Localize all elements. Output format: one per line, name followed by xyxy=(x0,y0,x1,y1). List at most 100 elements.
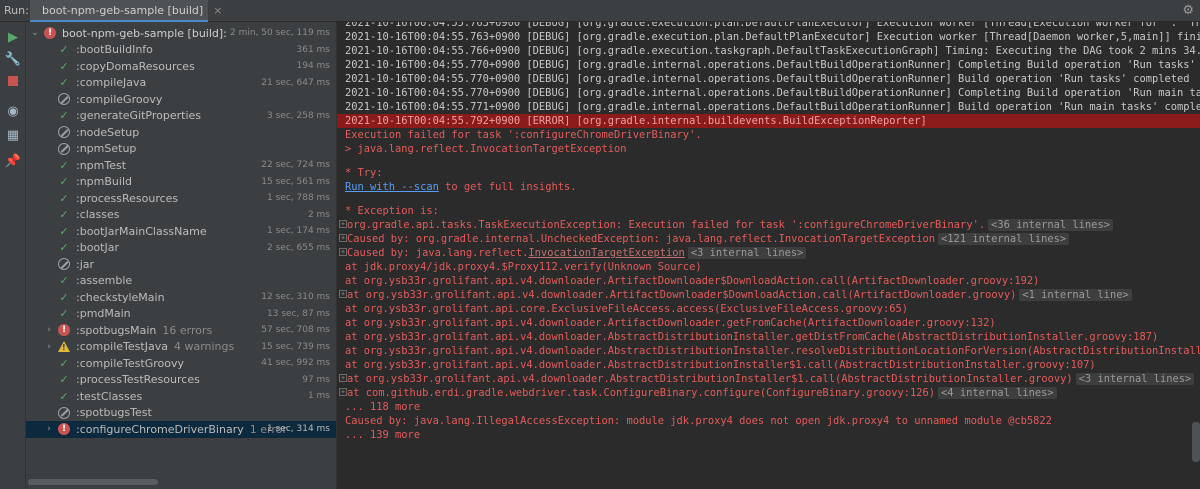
console-line: ... 118 more xyxy=(337,400,1200,414)
task-row[interactable]: :jar xyxy=(26,256,336,273)
task-row[interactable]: ›!:configureChromeDriverBinary 1 error 1 s… xyxy=(26,421,336,438)
horizontal-scrollbar[interactable] xyxy=(26,475,336,489)
check-icon: ✓ xyxy=(59,158,69,172)
task-row[interactable]: ✓:checkstyleMain 12 sec, 310 ms xyxy=(26,289,336,306)
task-label: :processResources xyxy=(76,192,178,205)
task-row[interactable]: ✓:compileJava 21 sec, 647 ms xyxy=(26,75,336,92)
internal-lines-chip[interactable]: <36 internal lines> xyxy=(988,219,1113,231)
task-row[interactable]: ✓:copyDomaResources 194 ms xyxy=(26,58,336,75)
task-duration: 12 sec, 310 ms xyxy=(261,292,330,303)
task-label: :compileGroovy xyxy=(76,93,162,106)
task-name: :copyDomaResources xyxy=(76,59,195,73)
close-icon[interactable]: × xyxy=(213,4,222,17)
task-row[interactable]: :npmSetup xyxy=(26,141,336,158)
console-line: + at com.github.erdi.gradle.webdriver.tas… xyxy=(337,386,1200,400)
fold-icon[interactable]: + xyxy=(339,248,347,256)
task-name: :bootBuildInfo xyxy=(76,43,153,57)
chevron-right-icon[interactable]: › xyxy=(44,424,54,434)
task-row[interactable]: ✓:testClasses 1 ms xyxy=(26,388,336,405)
task-row[interactable]: :compileGroovy xyxy=(26,91,336,108)
internal-lines-chip[interactable]: <3 internal lines> xyxy=(1075,373,1195,385)
fold-icon[interactable]: + xyxy=(339,220,347,228)
task-row[interactable]: ✓:npmBuild 15 sec, 561 ms xyxy=(26,174,336,191)
task-label: :jar xyxy=(76,258,94,271)
stop-icon[interactable] xyxy=(4,72,22,90)
console-line: > java.lang.reflect.InvocationTargetExce… xyxy=(337,142,1200,156)
console-text: at org.ysb33r.grolifant.api.v4.downloade… xyxy=(347,373,1073,385)
exception-link[interactable]: InvocationTargetException xyxy=(528,247,684,259)
chevron-right-icon[interactable]: › xyxy=(44,325,54,335)
task-name: :checkstyleMain xyxy=(76,290,165,304)
check-icon: ✓ xyxy=(59,109,69,123)
scrollbar-thumb[interactable] xyxy=(28,479,158,485)
chevron-right-icon[interactable]: › xyxy=(44,342,54,352)
console-output[interactable]: 2021-10-16T00:04:55.763+0900 [DEBUG] [or… xyxy=(336,22,1200,489)
console-text: at org.ysb33r.grolifant.api.v4.downloade… xyxy=(347,289,1017,301)
task-label: :npmBuild xyxy=(76,175,132,188)
internal-lines-chip[interactable]: <4 internal lines> xyxy=(938,387,1057,399)
run-icon[interactable]: ▶ xyxy=(4,28,22,46)
task-status-note: 4 warnings xyxy=(173,340,235,354)
task-name: :assemble xyxy=(76,274,133,288)
task-row[interactable]: ›!:compileTestJava 4 warnings 15 sec, 739 … xyxy=(26,339,336,356)
console-text: at org.ysb33r.grolifant.api.v4.downloade… xyxy=(345,331,1159,343)
check-icon: ✓ xyxy=(59,241,69,255)
task-row[interactable]: ✓:classes 2 ms xyxy=(26,207,336,224)
tree-root-row[interactable]: ⌄!boot-npm-geb-sample [build]:failed At … xyxy=(26,25,336,42)
error-icon: ! xyxy=(44,27,56,40)
console-line: at jdk.proxy4/jdk.proxy4.$Proxy112.verif… xyxy=(337,260,1200,274)
fold-icon[interactable]: + xyxy=(339,388,347,396)
console-text: at org.ysb33r.grolifant.api.v4.downloade… xyxy=(345,275,1040,287)
fold-icon[interactable]: + xyxy=(339,374,347,382)
run-tab-bar: Run: boot-npm-geb-sample [build] × ⚙ xyxy=(0,0,1200,22)
layout-icon[interactable]: ▦ xyxy=(4,126,22,144)
console-line: Caused by: java.lang.IllegalAccessExcept… xyxy=(337,414,1200,428)
task-label: :nodeSetup xyxy=(76,126,139,139)
fold-icon[interactable]: + xyxy=(339,234,347,242)
task-name: :spotbugsTest xyxy=(76,406,152,420)
chevron-down-icon[interactable]: ⌄ xyxy=(30,28,40,38)
internal-lines-chip[interactable]: <3 internal lines> xyxy=(687,247,807,259)
task-label: :pmdMain xyxy=(76,307,131,320)
task-row[interactable]: ✓:processResources 1 sec, 788 ms xyxy=(26,190,336,207)
console-text: * Try: xyxy=(345,167,383,179)
task-label: :spotbugsTest xyxy=(76,406,152,419)
task-row[interactable]: ✓:bootBuildInfo 361 ms xyxy=(26,42,336,59)
pin-icon[interactable]: 📌 xyxy=(4,152,22,170)
task-row[interactable]: :spotbugsTest xyxy=(26,405,336,422)
gear-icon[interactable]: ⚙ xyxy=(1182,3,1194,18)
task-label: :bootBuildInfo xyxy=(76,43,153,56)
task-name: :processTestResources xyxy=(76,373,200,387)
tab-build[interactable]: boot-npm-geb-sample [build] × xyxy=(30,0,222,22)
console-text: to get full insights. xyxy=(438,181,577,193)
console-line: + Caused by: java.lang.reflect.Invocation… xyxy=(337,246,1200,260)
task-name: :pmdMain xyxy=(76,307,131,321)
wrench-icon[interactable]: 🔧 xyxy=(4,50,22,68)
task-row[interactable]: ✓:generateGitProperties 3 sec, 258 ms xyxy=(26,108,336,125)
task-label: :spotbugsMain 16 errors xyxy=(76,324,212,337)
task-duration: 3 sec, 258 ms xyxy=(267,110,330,121)
internal-lines-chip[interactable]: <121 internal lines> xyxy=(938,233,1070,245)
console-line: 2021-10-16T00:04:55.770+0900 [DEBUG] [or… xyxy=(337,72,1200,86)
task-row[interactable]: ›!:spotbugsMain 16 errors 57 sec, 708 ms xyxy=(26,322,336,339)
console-text: at jdk.proxy4/jdk.proxy4.$Proxy112.verif… xyxy=(345,261,702,273)
task-row[interactable]: ✓:bootJarMainClassName 1 sec, 174 ms xyxy=(26,223,336,240)
check-icon: ✓ xyxy=(59,373,69,387)
task-row[interactable]: ✓:assemble xyxy=(26,273,336,290)
eye-icon[interactable]: ◉ xyxy=(4,102,22,120)
fold-icon[interactable]: + xyxy=(339,290,347,298)
task-row[interactable]: :nodeSetup xyxy=(26,124,336,141)
task-row[interactable]: ✓:processTestResources 97 ms xyxy=(26,372,336,389)
task-row[interactable]: ✓:npmTest 22 sec, 724 ms xyxy=(26,157,336,174)
task-label: :processTestResources xyxy=(76,373,200,386)
scan-link[interactable]: Run with --scan xyxy=(345,181,439,193)
task-label: :copyDomaResources xyxy=(76,60,195,73)
task-row[interactable]: ✓:bootJar 2 sec, 655 ms xyxy=(26,240,336,257)
task-duration: 2 min, 50 sec, 119 ms xyxy=(228,28,330,39)
task-row[interactable]: ✓:pmdMain 13 sec, 87 ms xyxy=(26,306,336,323)
internal-lines-chip[interactable]: <1 internal line> xyxy=(1019,289,1132,301)
check-icon: ✓ xyxy=(59,356,69,370)
task-name: :processResources xyxy=(76,191,179,205)
vertical-scrollbar[interactable] xyxy=(1192,422,1200,462)
task-row[interactable]: ✓:compileTestGroovy 41 sec, 992 ms xyxy=(26,355,336,372)
